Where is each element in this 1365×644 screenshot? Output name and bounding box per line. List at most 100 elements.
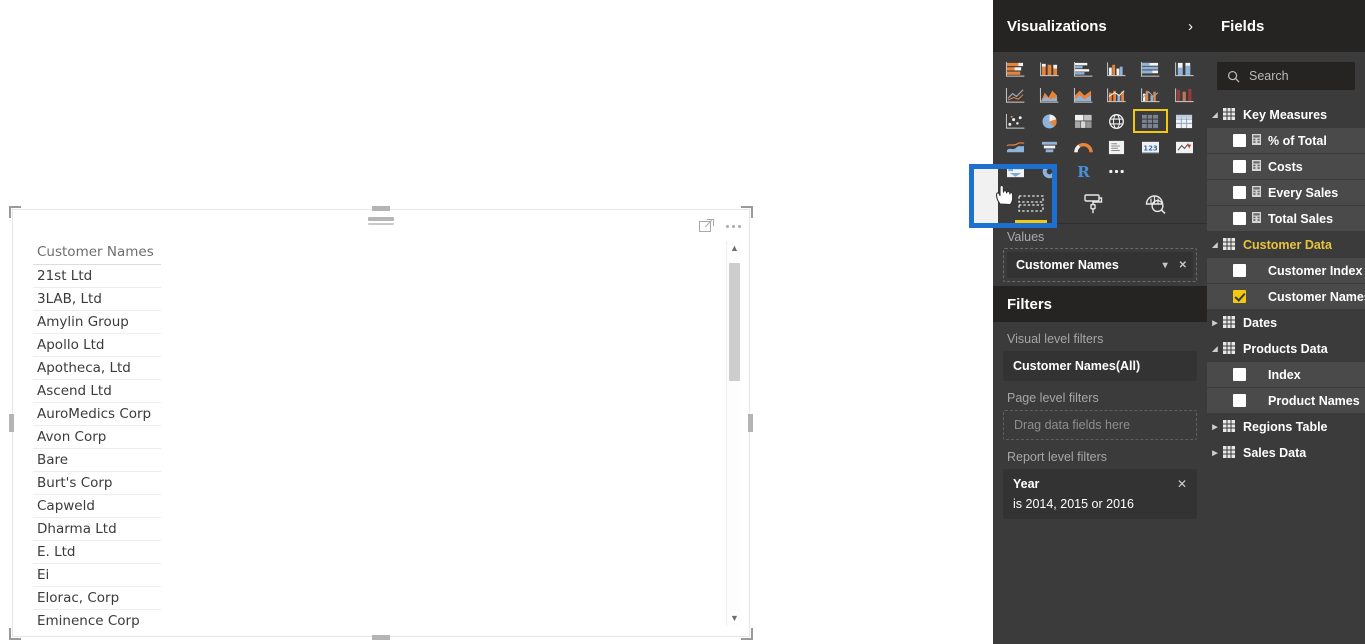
checkbox-unchecked[interactable] xyxy=(1233,368,1246,381)
fields-table-dates[interactable]: ▶ Dates xyxy=(1207,310,1365,336)
checkbox-unchecked[interactable] xyxy=(1233,212,1246,225)
table-row[interactable]: Amylin Group xyxy=(33,311,161,334)
more-visuals-icon[interactable] xyxy=(1100,160,1133,182)
column-header[interactable]: Customer Names xyxy=(33,242,161,265)
fields-item-product-names[interactable]: Product Names xyxy=(1207,388,1365,414)
table-row[interactable]: Ascend Ltd xyxy=(33,380,161,403)
fields-item-total-sales[interactable]: Total Sales xyxy=(1207,206,1365,232)
more-options-icon[interactable] xyxy=(726,224,741,228)
table-icon[interactable] xyxy=(1168,110,1201,132)
visualizations-tabs[interactable] xyxy=(993,182,1207,224)
pie-chart-icon[interactable] xyxy=(1033,110,1066,132)
line-chart-icon[interactable] xyxy=(999,84,1032,106)
format-tab[interactable] xyxy=(1077,189,1109,219)
donut-chart-icon[interactable] xyxy=(1033,160,1066,182)
table-row[interactable]: Burt's Corp xyxy=(33,472,161,495)
page-level-filter-dropzone[interactable]: Drag data fields here xyxy=(1003,410,1197,440)
checkbox-checked[interactable] xyxy=(1233,290,1246,303)
area-chart-icon[interactable] xyxy=(1033,84,1066,106)
table-row[interactable]: Apotheca, Ltd xyxy=(33,357,161,380)
resize-handle-top-right[interactable] xyxy=(741,206,753,218)
scrollbar-thumb[interactable] xyxy=(729,263,740,381)
checkbox-unchecked[interactable] xyxy=(1233,394,1246,407)
table-row[interactable]: AuroMedics Corp xyxy=(33,403,161,426)
checkbox-unchecked[interactable] xyxy=(1233,134,1246,147)
search-input[interactable]: Search xyxy=(1217,62,1355,90)
fields-tree[interactable]: ◢ Key Measures % of Total Costs Every Sales T… xyxy=(1207,102,1365,466)
chevron-right-icon[interactable]: › xyxy=(1188,18,1193,35)
matrix-icon[interactable] xyxy=(1133,109,1169,133)
table-visual[interactable]: Customer Names 21st Ltd 3LAB, Ltd Amylin G… xyxy=(12,209,750,637)
resize-handle-bottom-left[interactable] xyxy=(9,628,21,640)
close-icon[interactable]: ✕ xyxy=(1179,260,1187,271)
table-row[interactable]: Avon Corp xyxy=(33,426,161,449)
focus-mode-icon[interactable] xyxy=(699,219,714,233)
table-row[interactable]: Elorac, Corp xyxy=(33,587,161,610)
fields-table-key-measures[interactable]: ◢ Key Measures xyxy=(1207,102,1365,128)
card-icon[interactable]: 123 xyxy=(1134,136,1167,158)
fields-item-customer-index[interactable]: Customer Index xyxy=(1207,258,1365,284)
chevron-down-icon[interactable]: ◢ xyxy=(1207,111,1223,119)
values-field-well[interactable]: Customer Names ▾ ✕ xyxy=(1003,248,1197,282)
chevron-right-icon[interactable]: ▶ xyxy=(1207,423,1223,431)
scatter-chart-icon[interactable] xyxy=(999,110,1032,132)
close-icon[interactable]: ✕ xyxy=(1177,477,1187,491)
chevron-down-icon[interactable]: ▾ xyxy=(1163,260,1168,271)
scroll-down-icon[interactable]: ▼ xyxy=(727,611,742,626)
fields-item-costs[interactable]: Costs xyxy=(1207,154,1365,180)
checkbox-unchecked[interactable] xyxy=(1233,264,1246,277)
clustered-column-chart-icon[interactable] xyxy=(1100,58,1133,80)
resize-handle-top[interactable] xyxy=(372,206,390,211)
visualization-type-grid[interactable]: 123 xyxy=(993,52,1207,158)
table-visual-container[interactable]: Customer Names 21st Ltd 3LAB, Ltd Amylin G… xyxy=(9,206,753,640)
visual-scrollbar[interactable]: ▲ ▼ xyxy=(726,241,741,626)
clustered-bar-chart-icon[interactable] xyxy=(1067,58,1100,80)
drag-handle-icon[interactable] xyxy=(368,217,394,229)
analytics-tab[interactable] xyxy=(1139,189,1171,219)
funnel-chart-icon[interactable] xyxy=(1033,136,1066,158)
hundred-percent-stacked-bar-chart-icon[interactable] xyxy=(1134,58,1167,80)
visualization-type-grid-extra[interactable]: R xyxy=(993,158,1207,182)
fields-item-customer-names[interactable]: Customer Names xyxy=(1207,284,1365,310)
table-row[interactable]: Apollo Ltd xyxy=(33,334,161,357)
chevron-right-icon[interactable]: ▶ xyxy=(1207,319,1223,327)
fields-table-products-data[interactable]: ◢ Products Data xyxy=(1207,336,1365,362)
fields-table-sales-data[interactable]: ▶ Sales Data xyxy=(1207,440,1365,466)
report-canvas[interactable]: Customer Names 21st Ltd 3LAB, Ltd Amylin G… xyxy=(0,0,993,644)
treemap-icon[interactable] xyxy=(1067,110,1100,132)
chevron-right-icon[interactable]: ▶ xyxy=(1207,449,1223,457)
fields-table-regions-table[interactable]: ▶ Regions Table xyxy=(1207,414,1365,440)
resize-handle-bottom[interactable] xyxy=(372,635,390,640)
table-row[interactable]: 21st Ltd xyxy=(33,265,161,288)
resize-handle-left[interactable] xyxy=(9,414,14,432)
multi-row-card-icon[interactable] xyxy=(1100,136,1133,158)
resize-handle-bottom-right[interactable] xyxy=(741,628,753,640)
table-row[interactable]: Dharma Ltd xyxy=(33,518,161,541)
r-script-visual-icon[interactable]: R xyxy=(1067,160,1100,182)
fields-table-customer-data[interactable]: ◢ Customer Data xyxy=(1207,232,1365,258)
kpi-icon[interactable] xyxy=(1168,136,1201,158)
checkbox-unchecked[interactable] xyxy=(1233,160,1246,173)
filled-map-icon[interactable] xyxy=(999,136,1032,158)
visual-level-filter-card[interactable]: Customer Names(All) xyxy=(1003,351,1197,381)
slicer-icon[interactable] xyxy=(999,160,1032,182)
table-row[interactable]: Capweld xyxy=(33,495,161,518)
table-row[interactable]: E. Ltd xyxy=(33,541,161,564)
table-row[interactable]: Eminence Corp xyxy=(33,610,161,630)
report-level-filter-card[interactable]: Year ✕ is 2014, 2015 or 2016 xyxy=(1003,469,1197,519)
line-and-stacked-column-chart-icon[interactable] xyxy=(1100,84,1133,106)
stacked-column-chart-icon[interactable] xyxy=(1033,58,1066,80)
stacked-bar-chart-icon[interactable] xyxy=(999,58,1032,80)
values-field-pill[interactable]: Customer Names ▾ ✕ xyxy=(1007,252,1193,278)
table-row[interactable]: 3LAB, Ltd xyxy=(33,288,161,311)
scroll-up-icon[interactable]: ▲ xyxy=(727,241,742,256)
ribbon-chart-icon[interactable] xyxy=(1168,84,1201,106)
map-icon[interactable] xyxy=(1100,110,1133,132)
line-and-clustered-column-chart-icon[interactable] xyxy=(1134,84,1167,106)
table-row[interactable]: Ei xyxy=(33,564,161,587)
chevron-down-icon[interactable]: ◢ xyxy=(1207,241,1223,249)
gauge-icon[interactable] xyxy=(1067,136,1100,158)
resize-handle-right[interactable] xyxy=(748,414,753,432)
fields-item-index[interactable]: Index xyxy=(1207,362,1365,388)
fields-item-of-total[interactable]: % of Total xyxy=(1207,128,1365,154)
